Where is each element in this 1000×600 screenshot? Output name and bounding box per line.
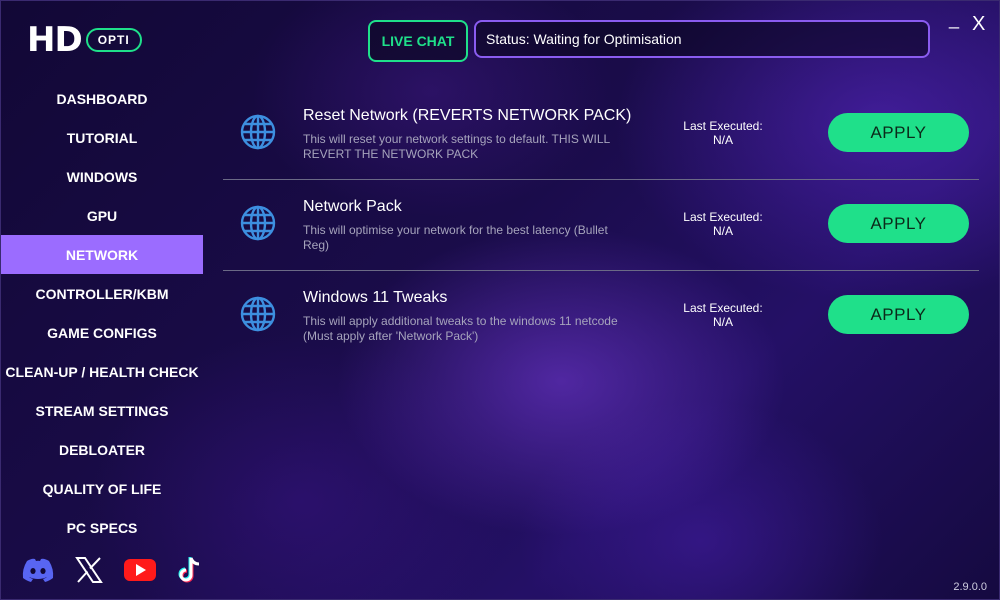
- last-executed: Last Executed: N/A: [663, 301, 783, 329]
- sidebar-nav: DASHBOARD TUTORIAL WINDOWS GPU NETWORK C…: [1, 79, 203, 547]
- sidebar-item-label: CLEAN-UP / HEALTH CHECK: [5, 363, 199, 380]
- tweak-title: Windows 11 Tweaks: [303, 289, 448, 306]
- logo-opti-badge: OPTI: [85, 28, 142, 52]
- last-executed-label: Last Executed:: [683, 119, 763, 133]
- live-chat-button[interactable]: LIVE CHAT: [368, 20, 468, 62]
- sidebar-item-label: GAME CONFIGS: [47, 324, 157, 341]
- sidebar-item-label: PC SPECS: [66, 519, 138, 536]
- globe-icon: [239, 113, 277, 151]
- last-executed-value: N/A: [712, 224, 733, 238]
- sidebar-item-network[interactable]: NETWORK: [1, 235, 203, 274]
- youtube-icon[interactable]: [123, 555, 157, 585]
- last-executed: Last Executed: N/A: [663, 119, 783, 147]
- apply-button[interactable]: APPLY: [828, 113, 969, 152]
- sidebar-item-label: DASHBOARD: [56, 90, 148, 107]
- tweak-row-network-pack: Network Pack This will optimise your net…: [223, 180, 979, 271]
- tweak-row-windows-11-tweaks: Windows 11 Tweaks This will apply additi…: [223, 271, 979, 361]
- version-label: 2.9.0.0: [953, 581, 987, 593]
- x-icon[interactable]: [72, 555, 106, 585]
- sidebar-item-tutorial[interactable]: TUTORIAL: [1, 118, 203, 157]
- last-executed-label: Last Executed:: [683, 301, 763, 315]
- tweak-description: This will reset your network settings to…: [303, 132, 610, 161]
- sidebar-item-label: STREAM SETTINGS: [35, 402, 169, 419]
- last-executed-label: Last Executed:: [683, 210, 763, 224]
- sidebar-item-label: GPU: [86, 207, 118, 224]
- tiktok-icon[interactable]: [174, 555, 208, 585]
- network-tweaks-list: Reset Network (REVERTS NETWORK PACK) Thi…: [223, 89, 979, 361]
- globe-icon: [239, 204, 277, 242]
- last-executed: Last Executed: N/A: [663, 210, 783, 238]
- sidebar-item-dashboard[interactable]: DASHBOARD: [1, 79, 203, 118]
- status-text: Status: Waiting for Optimisation: [486, 31, 682, 47]
- sidebar-item-label: NETWORK: [65, 246, 139, 263]
- sidebar-item-windows[interactable]: WINDOWS: [1, 157, 203, 196]
- sidebar-item-label: WINDOWS: [66, 168, 138, 185]
- app-window: HD OPTI LIVE CHAT Status: Waiting for Op…: [0, 0, 1000, 600]
- sidebar-item-gpu[interactable]: GPU: [1, 196, 203, 235]
- last-executed-value: N/A: [712, 315, 733, 329]
- last-executed-value: N/A: [712, 133, 733, 147]
- globe-icon: [239, 295, 277, 333]
- discord-icon[interactable]: [21, 555, 55, 585]
- sidebar-item-stream-settings[interactable]: STREAM SETTINGS: [1, 391, 203, 430]
- apply-button[interactable]: APPLY: [828, 204, 969, 243]
- tweak-title: Reset Network (REVERTS NETWORK PACK): [303, 107, 632, 124]
- app-logo: HD OPTI: [27, 20, 142, 60]
- status-field: Status: Waiting for Optimisation: [474, 20, 930, 58]
- social-links: [21, 555, 225, 585]
- tweak-description: This will optimise your network for the …: [303, 223, 608, 252]
- sidebar-item-pc-specs[interactable]: PC SPECS: [1, 508, 203, 547]
- close-button[interactable]: X: [972, 13, 985, 36]
- tweak-title: Network Pack: [303, 198, 402, 215]
- sidebar-item-debloater[interactable]: DEBLOATER: [1, 430, 203, 469]
- sidebar-item-quality-of-life[interactable]: QUALITY OF LIFE: [1, 469, 203, 508]
- sidebar-item-label: TUTORIAL: [66, 129, 138, 146]
- logo-hd-text: HD: [27, 20, 83, 60]
- minimize-button[interactable]: _: [949, 9, 959, 30]
- sidebar-item-label: CONTROLLER/KBM: [35, 285, 169, 302]
- tweak-row-reset-network: Reset Network (REVERTS NETWORK PACK) Thi…: [223, 89, 979, 180]
- tweak-description: This will apply additional tweaks to the…: [303, 314, 618, 343]
- sidebar-item-label: DEBLOATER: [58, 441, 146, 458]
- sidebar-item-cleanup-health-check[interactable]: CLEAN-UP / HEALTH CHECK: [1, 352, 203, 391]
- sidebar-item-label: QUALITY OF LIFE: [42, 480, 162, 497]
- apply-button[interactable]: APPLY: [828, 295, 969, 334]
- sidebar-item-controller-kbm[interactable]: CONTROLLER/KBM: [1, 274, 203, 313]
- sidebar-item-game-configs[interactable]: GAME CONFIGS: [1, 313, 203, 352]
